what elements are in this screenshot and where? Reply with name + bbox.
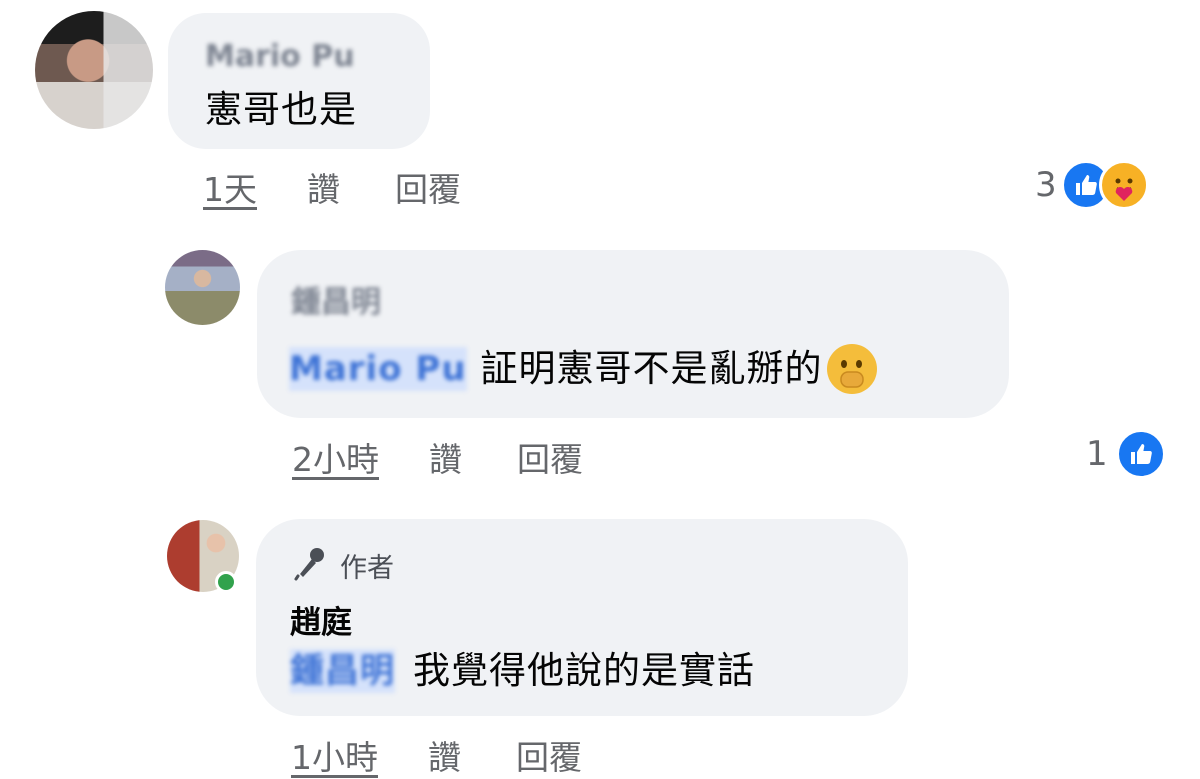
comment-3-bubble: 作者 趙庭 鍾昌明 我覺得他說的是實話 bbox=[256, 519, 908, 716]
comment-2-author[interactable]: 鍾昌明 bbox=[291, 277, 381, 321]
comment-1-reply-button[interactable]: 回覆 bbox=[395, 163, 461, 211]
comment-3-actions: 1小時 讚 回覆 bbox=[291, 731, 637, 779]
comment-2-timestamp[interactable]: 2小時 bbox=[292, 433, 379, 481]
comment-2-like-button[interactable]: 讚 bbox=[429, 433, 462, 481]
comment-3-timestamp[interactable]: 1小時 bbox=[291, 731, 378, 779]
author-badge-label: 作者 bbox=[340, 552, 394, 584]
comment-2-text: 証明憲哥不是亂掰的 bbox=[480, 347, 823, 390]
comment-1-timestamp[interactable]: 1天 bbox=[203, 163, 257, 211]
comment-2-reply-button[interactable]: 回覆 bbox=[517, 433, 583, 481]
like-icon bbox=[1115, 429, 1166, 479]
comment-2-body: Mario Pu 証明憲哥不是亂掰的 bbox=[289, 344, 877, 394]
comment-2-mention[interactable]: Mario Pu bbox=[289, 347, 467, 391]
commenter-2-avatar[interactable] bbox=[165, 250, 240, 325]
comment-3-like-button[interactable]: 讚 bbox=[428, 731, 461, 779]
comment-1-reactions[interactable]: 3 bbox=[1035, 160, 1149, 210]
comment-1-text: 憲哥也是 bbox=[205, 88, 357, 131]
comment-3-text: 我覺得他說的是實話 bbox=[413, 649, 755, 692]
online-status-dot bbox=[215, 571, 237, 593]
comment-1-bubble: Mario Pu 憲哥也是 bbox=[168, 13, 430, 149]
author-badge: 作者 bbox=[292, 545, 394, 585]
comment-2-actions: 2小時 讚 回覆 bbox=[292, 433, 638, 481]
care-icon bbox=[1098, 160, 1149, 210]
microphone-icon bbox=[292, 545, 328, 585]
comment-2-bubble: 鍾昌明 Mario Pu 証明憲哥不是亂掰的 bbox=[257, 250, 1009, 418]
comment-3-body: 鍾昌明 我覺得他說的是實話 bbox=[290, 649, 755, 693]
commenter-1-avatar[interactable] bbox=[35, 11, 153, 129]
comment-3-mention[interactable]: 鍾昌明 bbox=[290, 649, 395, 693]
comment-1-author[interactable]: Mario Pu bbox=[205, 39, 355, 74]
comment-1-actions: 1天 讚 回覆 bbox=[203, 163, 516, 211]
comment-1-like-button[interactable]: 讚 bbox=[307, 163, 340, 211]
comment-1-reaction-count: 3 bbox=[1035, 165, 1057, 205]
shushing-face-emoji bbox=[826, 344, 877, 394]
comment-2-reaction-count: 1 bbox=[1086, 434, 1108, 474]
comment-3-author[interactable]: 趙庭 bbox=[290, 597, 352, 642]
comment-2-reactions[interactable]: 1 bbox=[1086, 429, 1166, 479]
comment-3-reply-button[interactable]: 回覆 bbox=[516, 731, 582, 779]
